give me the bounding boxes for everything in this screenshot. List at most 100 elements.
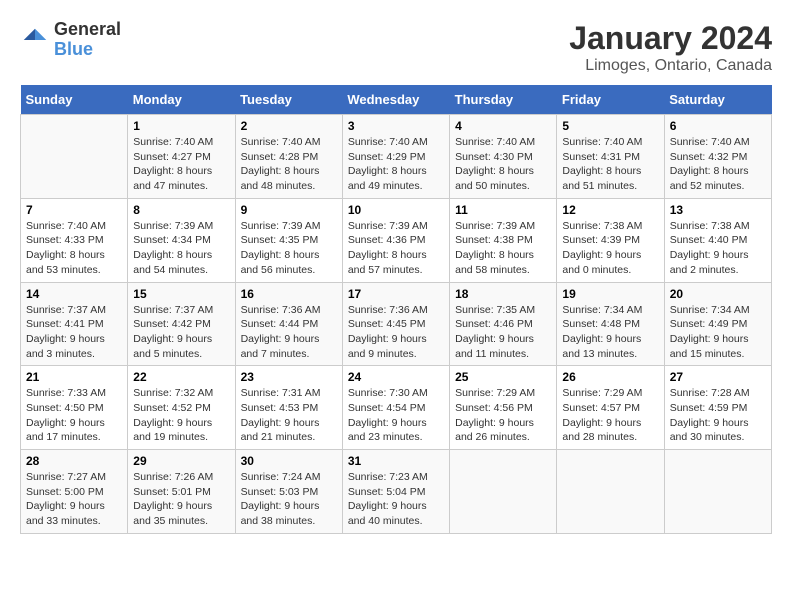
day-number: 30 [241,454,337,468]
calendar-cell: 8 Sunrise: 7:39 AMSunset: 4:34 PMDayligh… [128,198,235,282]
calendar-week-2: 7 Sunrise: 7:40 AMSunset: 4:33 PMDayligh… [21,198,772,282]
calendar-cell: 6 Sunrise: 7:40 AMSunset: 4:32 PMDayligh… [664,115,771,199]
day-number: 21 [26,370,122,384]
calendar-week-3: 14 Sunrise: 7:37 AMSunset: 4:41 PMDaylig… [21,282,772,366]
calendar-table: SundayMondayTuesdayWednesdayThursdayFrid… [20,85,772,534]
day-number: 7 [26,203,122,217]
day-number: 19 [562,287,658,301]
calendar-cell: 15 Sunrise: 7:37 AMSunset: 4:42 PMDaylig… [128,282,235,366]
day-number: 29 [133,454,229,468]
calendar-cell: 27 Sunrise: 7:28 AMSunset: 4:59 PMDaylig… [664,366,771,450]
day-number: 24 [348,370,444,384]
page-header: General Blue January 2024 Limoges, Ontar… [20,20,772,75]
calendar-cell: 14 Sunrise: 7:37 AMSunset: 4:41 PMDaylig… [21,282,128,366]
weekday-header-tuesday: Tuesday [235,85,342,115]
day-info: Sunrise: 7:38 AMSunset: 4:40 PMDaylight:… [670,219,766,278]
day-number: 1 [133,119,229,133]
day-number: 25 [455,370,551,384]
weekday-header-thursday: Thursday [450,85,557,115]
day-info: Sunrise: 7:23 AMSunset: 5:04 PMDaylight:… [348,470,444,529]
weekday-header-monday: Monday [128,85,235,115]
logo-text-blue: Blue [54,39,93,59]
day-info: Sunrise: 7:30 AMSunset: 4:54 PMDaylight:… [348,386,444,445]
calendar-week-5: 28 Sunrise: 7:27 AMSunset: 5:00 PMDaylig… [21,450,772,534]
day-info: Sunrise: 7:40 AMSunset: 4:28 PMDaylight:… [241,135,337,194]
calendar-cell [557,450,664,534]
calendar-cell: 21 Sunrise: 7:33 AMSunset: 4:50 PMDaylig… [21,366,128,450]
day-info: Sunrise: 7:32 AMSunset: 4:52 PMDaylight:… [133,386,229,445]
day-info: Sunrise: 7:40 AMSunset: 4:30 PMDaylight:… [455,135,551,194]
calendar-cell: 10 Sunrise: 7:39 AMSunset: 4:36 PMDaylig… [342,198,449,282]
day-info: Sunrise: 7:40 AMSunset: 4:29 PMDaylight:… [348,135,444,194]
calendar-cell: 2 Sunrise: 7:40 AMSunset: 4:28 PMDayligh… [235,115,342,199]
day-info: Sunrise: 7:33 AMSunset: 4:50 PMDaylight:… [26,386,122,445]
day-info: Sunrise: 7:37 AMSunset: 4:41 PMDaylight:… [26,303,122,362]
day-info: Sunrise: 7:39 AMSunset: 4:34 PMDaylight:… [133,219,229,278]
day-info: Sunrise: 7:24 AMSunset: 5:03 PMDaylight:… [241,470,337,529]
day-number: 2 [241,119,337,133]
day-info: Sunrise: 7:39 AMSunset: 4:38 PMDaylight:… [455,219,551,278]
calendar-cell: 25 Sunrise: 7:29 AMSunset: 4:56 PMDaylig… [450,366,557,450]
title-area: January 2024 Limoges, Ontario, Canada [569,20,772,75]
day-info: Sunrise: 7:36 AMSunset: 4:44 PMDaylight:… [241,303,337,362]
day-info: Sunrise: 7:35 AMSunset: 4:46 PMDaylight:… [455,303,551,362]
calendar-cell: 3 Sunrise: 7:40 AMSunset: 4:29 PMDayligh… [342,115,449,199]
day-info: Sunrise: 7:39 AMSunset: 4:35 PMDaylight:… [241,219,337,278]
day-number: 5 [562,119,658,133]
weekday-header-saturday: Saturday [664,85,771,115]
logo-text-general: General [54,19,121,39]
calendar-cell: 22 Sunrise: 7:32 AMSunset: 4:52 PMDaylig… [128,366,235,450]
day-info: Sunrise: 7:29 AMSunset: 4:56 PMDaylight:… [455,386,551,445]
calendar-cell: 1 Sunrise: 7:40 AMSunset: 4:27 PMDayligh… [128,115,235,199]
day-info: Sunrise: 7:37 AMSunset: 4:42 PMDaylight:… [133,303,229,362]
calendar-week-4: 21 Sunrise: 7:33 AMSunset: 4:50 PMDaylig… [21,366,772,450]
calendar-cell: 9 Sunrise: 7:39 AMSunset: 4:35 PMDayligh… [235,198,342,282]
day-number: 3 [348,119,444,133]
day-number: 26 [562,370,658,384]
day-number: 9 [241,203,337,217]
day-number: 10 [348,203,444,217]
day-info: Sunrise: 7:40 AMSunset: 4:33 PMDaylight:… [26,219,122,278]
day-info: Sunrise: 7:26 AMSunset: 5:01 PMDaylight:… [133,470,229,529]
day-info: Sunrise: 7:40 AMSunset: 4:27 PMDaylight:… [133,135,229,194]
calendar-cell: 16 Sunrise: 7:36 AMSunset: 4:44 PMDaylig… [235,282,342,366]
calendar-cell [664,450,771,534]
main-title: January 2024 [569,20,772,57]
logo-icon [20,25,50,55]
day-number: 15 [133,287,229,301]
calendar-cell [450,450,557,534]
day-number: 4 [455,119,551,133]
calendar-cell: 12 Sunrise: 7:38 AMSunset: 4:39 PMDaylig… [557,198,664,282]
calendar-cell: 24 Sunrise: 7:30 AMSunset: 4:54 PMDaylig… [342,366,449,450]
day-number: 13 [670,203,766,217]
calendar-cell: 11 Sunrise: 7:39 AMSunset: 4:38 PMDaylig… [450,198,557,282]
day-number: 6 [670,119,766,133]
day-number: 18 [455,287,551,301]
calendar-cell: 19 Sunrise: 7:34 AMSunset: 4:48 PMDaylig… [557,282,664,366]
day-number: 28 [26,454,122,468]
weekday-header-wednesday: Wednesday [342,85,449,115]
calendar-cell: 4 Sunrise: 7:40 AMSunset: 4:30 PMDayligh… [450,115,557,199]
weekday-header-sunday: Sunday [21,85,128,115]
day-info: Sunrise: 7:27 AMSunset: 5:00 PMDaylight:… [26,470,122,529]
day-info: Sunrise: 7:40 AMSunset: 4:32 PMDaylight:… [670,135,766,194]
calendar-cell: 30 Sunrise: 7:24 AMSunset: 5:03 PMDaylig… [235,450,342,534]
day-info: Sunrise: 7:29 AMSunset: 4:57 PMDaylight:… [562,386,658,445]
calendar-cell: 13 Sunrise: 7:38 AMSunset: 4:40 PMDaylig… [664,198,771,282]
calendar-week-1: 1 Sunrise: 7:40 AMSunset: 4:27 PMDayligh… [21,115,772,199]
day-number: 22 [133,370,229,384]
calendar-cell: 20 Sunrise: 7:34 AMSunset: 4:49 PMDaylig… [664,282,771,366]
calendar-cell [21,115,128,199]
calendar-cell: 31 Sunrise: 7:23 AMSunset: 5:04 PMDaylig… [342,450,449,534]
day-number: 8 [133,203,229,217]
subtitle: Limoges, Ontario, Canada [569,57,772,75]
day-info: Sunrise: 7:34 AMSunset: 4:48 PMDaylight:… [562,303,658,362]
weekday-header-friday: Friday [557,85,664,115]
calendar-body: 1 Sunrise: 7:40 AMSunset: 4:27 PMDayligh… [21,115,772,534]
day-number: 17 [348,287,444,301]
day-number: 31 [348,454,444,468]
day-info: Sunrise: 7:34 AMSunset: 4:49 PMDaylight:… [670,303,766,362]
day-number: 27 [670,370,766,384]
calendar-cell: 18 Sunrise: 7:35 AMSunset: 4:46 PMDaylig… [450,282,557,366]
day-number: 11 [455,203,551,217]
